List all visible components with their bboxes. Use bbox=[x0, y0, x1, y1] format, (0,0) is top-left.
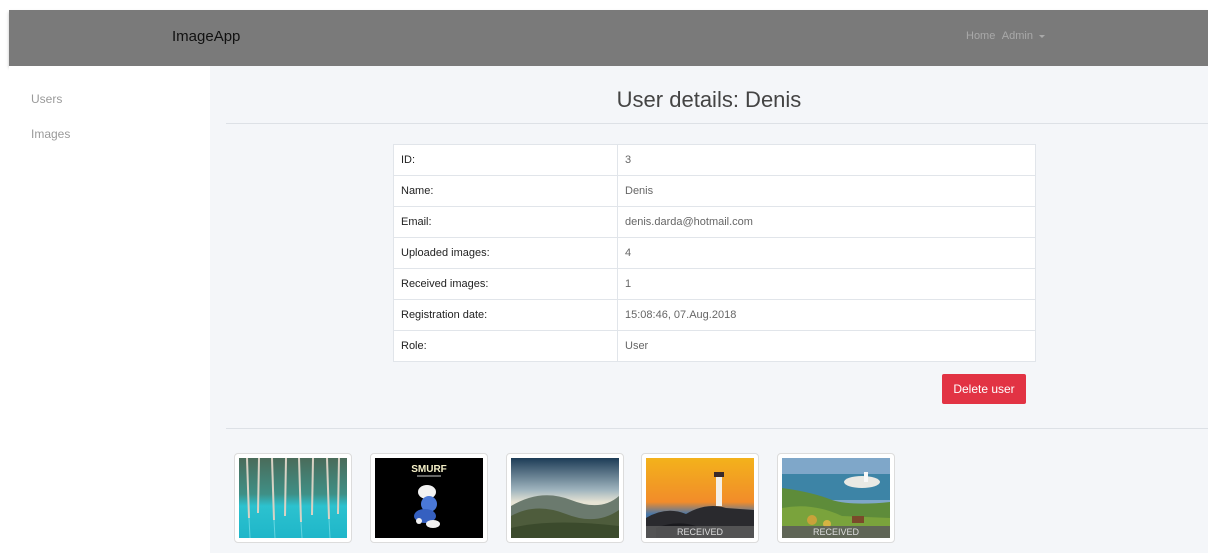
divider bbox=[226, 428, 1208, 429]
image-turquoise-forest-lake bbox=[239, 458, 347, 538]
table-row: Name: Denis bbox=[393, 175, 1036, 207]
hills-image bbox=[511, 458, 619, 538]
page-title: User details: Denis bbox=[616, 87, 802, 112]
detail-label: Registration date: bbox=[393, 299, 618, 331]
sidebar: Users Images bbox=[9, 66, 210, 553]
image-thumbnail[interactable]: RECEIVED bbox=[777, 453, 895, 543]
image-thumbnail[interactable] bbox=[506, 453, 624, 543]
nav-admin-dropdown[interactable]: Admin bbox=[1002, 30, 1049, 42]
image-coastal-lighthouse-island: RECEIVED bbox=[782, 458, 890, 538]
detail-value: 3 bbox=[617, 144, 1036, 176]
forest-lake-image bbox=[239, 458, 347, 538]
detail-label: Name: bbox=[393, 175, 618, 207]
top-navbar: ImageApp Home Admin bbox=[9, 10, 1208, 66]
image-smurf-challenge-logo: SMURF bbox=[375, 458, 483, 538]
detail-label: ID: bbox=[393, 144, 618, 176]
detail-value: 1 bbox=[617, 268, 1036, 300]
main-content: User details: Denis ID: 3 Name: Denis Emai… bbox=[210, 66, 1208, 553]
table-row: ID: 3 bbox=[393, 144, 1036, 176]
logo-text: SMURF bbox=[411, 464, 447, 475]
nav-home-link[interactable]: Home bbox=[966, 30, 995, 42]
image-lighthouse-sunset: RECEIVED bbox=[646, 458, 754, 538]
detail-value: User bbox=[617, 330, 1036, 362]
detail-label: Email: bbox=[393, 206, 618, 238]
image-thumbnail[interactable]: SMURF bbox=[370, 453, 488, 543]
detail-label: Role: bbox=[393, 330, 618, 362]
detail-value: 15:08:46, 07.Aug.2018 bbox=[617, 299, 1036, 331]
detail-value: 4 bbox=[617, 237, 1036, 269]
sidebar-item-images[interactable]: Images bbox=[31, 127, 70, 141]
delete-user-button[interactable]: Delete user bbox=[942, 374, 1026, 404]
image-thumbnail[interactable] bbox=[234, 453, 352, 543]
received-badge: RECEIVED bbox=[646, 526, 754, 538]
smurf-logo-image: SMURF bbox=[375, 458, 483, 538]
sidebar-item-users[interactable]: Users bbox=[31, 92, 62, 106]
detail-value: Denis bbox=[617, 175, 1036, 207]
detail-label: Uploaded images: bbox=[393, 237, 618, 269]
table-row: Received images: 1 bbox=[393, 268, 1036, 300]
chevron-down-icon bbox=[1038, 34, 1045, 38]
nav-admin-label: Admin bbox=[1001, 30, 1033, 42]
detail-value: denis.darda@hotmail.com bbox=[617, 206, 1036, 238]
image-thumbnail[interactable]: RECEIVED bbox=[641, 453, 759, 543]
detail-label: Received images: bbox=[393, 268, 618, 300]
nav-links: Home Admin bbox=[966, 30, 1053, 42]
table-row: Registration date: 15:08:46, 07.Aug.2018 bbox=[393, 299, 1036, 331]
brand-logo[interactable]: ImageApp bbox=[172, 28, 240, 45]
table-row: Uploaded images: 4 bbox=[393, 237, 1036, 269]
user-details-table: ID: 3 Name: Denis Email: denis.darda@hotmai… bbox=[393, 144, 1036, 362]
received-badge: RECEIVED bbox=[782, 526, 890, 538]
table-row: Role: User bbox=[393, 330, 1036, 362]
table-row: Email: denis.darda@hotmail.com bbox=[393, 206, 1036, 238]
image-misty-hills bbox=[511, 458, 619, 538]
divider bbox=[226, 123, 1208, 124]
